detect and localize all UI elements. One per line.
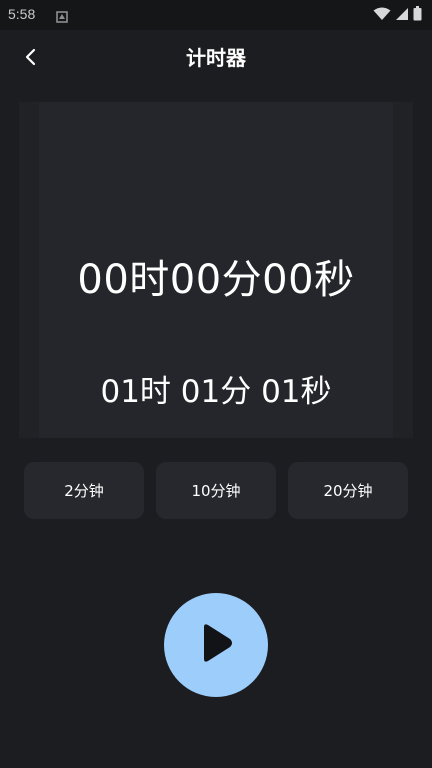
preset-2-min-button[interactable]: 2分钟 bbox=[24, 462, 144, 519]
status-bar: 5:58 bbox=[0, 0, 432, 30]
notification-icon bbox=[56, 8, 68, 23]
timer-display-panel: 00时00分00秒 01时 01分 01秒 bbox=[19, 102, 413, 438]
preset-20-min-button[interactable]: 20分钟 bbox=[288, 462, 408, 519]
preset-buttons: 2分钟 10分钟 20分钟 bbox=[24, 462, 408, 519]
app-header: 计时器 bbox=[0, 30, 432, 86]
status-icons bbox=[373, 5, 422, 25]
target-time-picker[interactable]: 01时 01分 01秒 bbox=[19, 366, 413, 411]
wifi-icon bbox=[373, 6, 391, 25]
battery-icon bbox=[413, 5, 422, 25]
play-button[interactable] bbox=[164, 593, 268, 697]
timer-screen: 5:58 计时器 00时00分00秒 01时 01分 01秒 2分钟 10分钟 … bbox=[0, 0, 432, 768]
page-title: 计时器 bbox=[186, 46, 246, 70]
elapsed-time: 00时00分00秒 bbox=[77, 257, 355, 303]
signal-icon bbox=[395, 6, 409, 25]
status-time: 5:58 bbox=[8, 6, 36, 22]
preset-10-min-button[interactable]: 10分钟 bbox=[156, 462, 276, 519]
play-icon bbox=[198, 623, 234, 667]
